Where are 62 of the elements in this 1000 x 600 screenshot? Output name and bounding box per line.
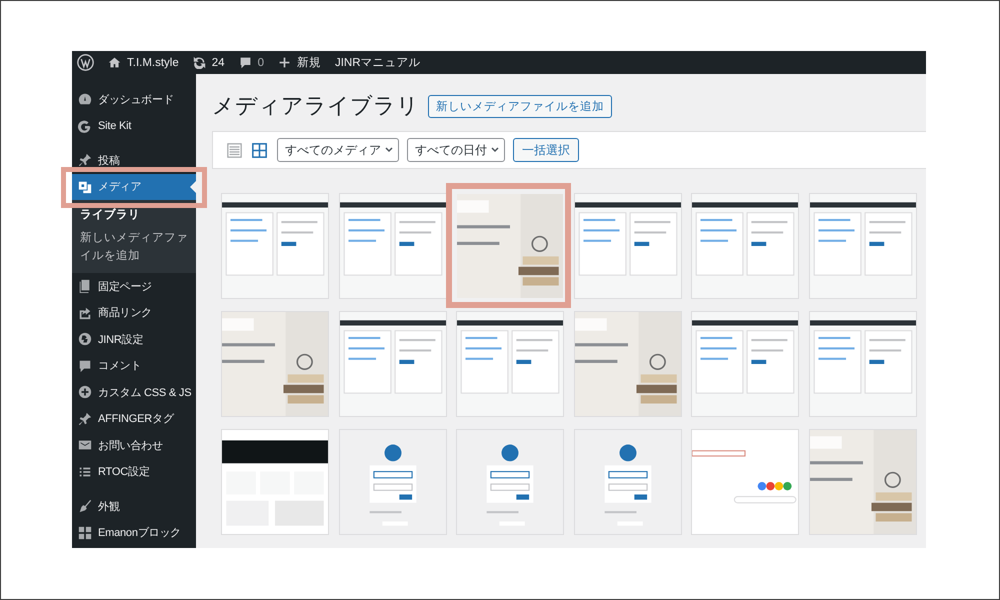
- menu-icon: [78, 385, 92, 399]
- menu-icon: [78, 306, 92, 320]
- menu-label: RTOC設定: [98, 464, 150, 479]
- menu-label: 外観: [98, 500, 120, 514]
- menu-label: JINR設定: [98, 332, 144, 346]
- refresh-icon: [192, 56, 206, 69]
- sidebar-item[interactable]: RTOC設定: [72, 458, 196, 485]
- grid-view-icon[interactable]: [252, 142, 267, 158]
- sidebar-item[interactable]: Site Kit: [72, 112, 196, 139]
- menu-label: Site Kit: [98, 120, 132, 132]
- submenu-item[interactable]: 新しいメディアファイルを追加: [80, 230, 190, 265]
- menu-icon: [78, 118, 92, 133]
- sidebar-item[interactable]: お問い合わせ: [72, 432, 196, 458]
- menu-icon: [78, 464, 92, 478]
- menu-label: コメント: [98, 359, 142, 373]
- menu-icon: [78, 526, 92, 540]
- menu-label: お問い合わせ: [98, 438, 163, 452]
- submenu-item[interactable]: ライブラリ: [80, 207, 190, 224]
- sidebar-item[interactable]: コメント: [72, 352, 196, 379]
- sidebar-item[interactable]: カスタム CSS & JS: [72, 378, 196, 406]
- menu-icon: [78, 438, 92, 452]
- menu-label: 固定ページ: [98, 280, 152, 294]
- date-dropdown[interactable]: すべての日付: [407, 138, 505, 162]
- sidebar-item[interactable]: Emanonブロック: [72, 519, 196, 546]
- sidebar-item[interactable]: JINR設定: [72, 326, 196, 352]
- menu-icon: [78, 412, 92, 426]
- caret-icon: [384, 145, 394, 155]
- menu-label: ダッシュボード: [98, 92, 174, 107]
- menu-icon: [78, 92, 92, 106]
- menu-icon: [78, 358, 92, 372]
- menu-icon: [78, 279, 92, 293]
- sidebar-item[interactable]: AFFINGERタグ: [72, 405, 196, 432]
- menu-label: カスタム CSS & JS: [98, 386, 192, 400]
- media-type-dropdown[interactable]: すべてのメディア: [277, 138, 399, 162]
- home-icon: [108, 56, 121, 69]
- bulk-select-button[interactable]: 一括選択: [513, 138, 579, 162]
- sidebar-item[interactable]: 商品リンク: [72, 299, 196, 326]
- manual-link[interactable]: JINRマニュアル: [334, 55, 421, 70]
- updates-count[interactable]: 24: [212, 56, 225, 68]
- new-link[interactable]: 新規: [296, 55, 321, 70]
- menu-icon: [78, 499, 92, 513]
- comments-count[interactable]: 0: [258, 56, 264, 68]
- menu-icon: [78, 180, 92, 194]
- add-new-button[interactable]: 新しいメディアファイルを追加: [428, 94, 612, 118]
- sidebar-item[interactable]: ダッシュボード: [72, 86, 196, 112]
- menu-icon: [78, 153, 92, 168]
- page-title: メディアライブラリ: [212, 92, 419, 120]
- plus-icon: [278, 56, 291, 69]
- sidebar-item[interactable]: メディア: [72, 174, 196, 200]
- site-name-link[interactable]: T.I.M.style: [127, 56, 179, 68]
- menu-label: メディア: [98, 180, 142, 194]
- menu-label: 投稿: [98, 154, 120, 168]
- sidebar-item[interactable]: 固定ページ: [72, 272, 196, 300]
- menu-label: 商品リンク: [98, 306, 152, 320]
- wordpress-logo-icon[interactable]: [77, 54, 94, 71]
- menu-label: Emanonブロック: [98, 526, 181, 540]
- sidebar-item[interactable]: 外観: [72, 492, 196, 520]
- menu-label: AFFINGERタグ: [98, 412, 174, 426]
- current-page-pointer: [190, 180, 196, 192]
- comment-icon: [238, 56, 252, 69]
- caret-icon: [490, 145, 500, 155]
- menu-icon: [78, 332, 92, 346]
